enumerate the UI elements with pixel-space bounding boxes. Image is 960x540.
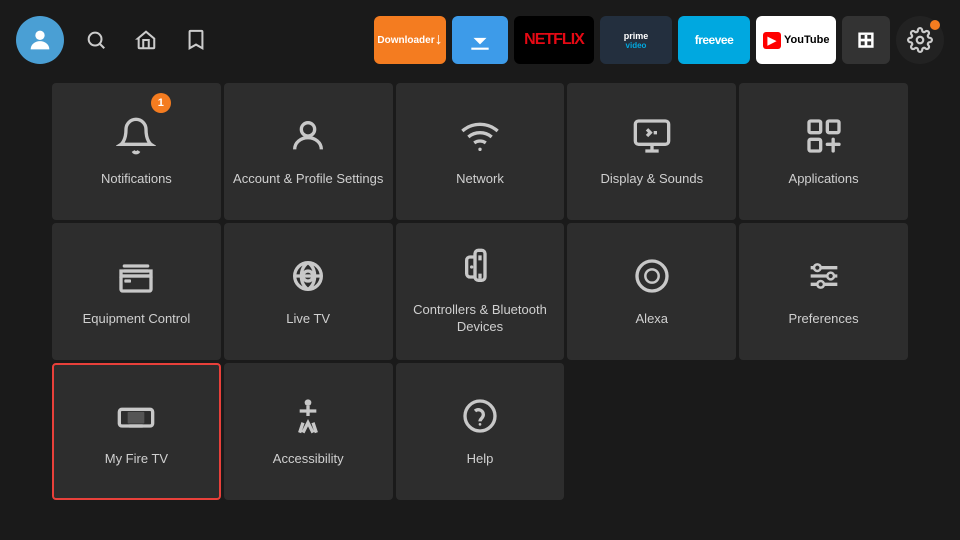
live-tv-icon bbox=[288, 256, 328, 301]
tile-live-tv[interactable]: Live TV bbox=[224, 223, 393, 360]
controllers-bt-icon bbox=[460, 247, 500, 292]
tile-applications-label: Applications bbox=[789, 171, 859, 188]
help-icon bbox=[460, 396, 500, 441]
tile-accessibility[interactable]: Accessibility bbox=[224, 363, 393, 500]
account-icon bbox=[288, 116, 328, 161]
tile-notifications[interactable]: 1 Notifications bbox=[52, 83, 221, 220]
tile-notifications-label: Notifications bbox=[101, 171, 172, 188]
tile-applications[interactable]: Applications bbox=[739, 83, 908, 220]
preferences-icon bbox=[804, 256, 844, 301]
tile-my-fire-tv-label: My Fire TV bbox=[105, 451, 168, 468]
tile-network[interactable]: Network bbox=[396, 83, 565, 220]
notification-badge: 1 bbox=[151, 93, 171, 113]
tile-alexa-label: Alexa bbox=[636, 311, 669, 328]
tile-display-sounds[interactable]: Display & Sounds bbox=[567, 83, 736, 220]
nav-apps: Downloader ↓ NETFLIX prime video freevee… bbox=[374, 16, 944, 64]
tile-controllers-bt[interactable]: Controllers & Bluetooth Devices bbox=[396, 223, 565, 360]
nav-left bbox=[16, 16, 364, 64]
home-button[interactable] bbox=[128, 22, 164, 58]
notifications-icon bbox=[116, 116, 156, 161]
search-button[interactable] bbox=[78, 22, 114, 58]
equipment-control-icon bbox=[116, 256, 156, 301]
navbar: Downloader ↓ NETFLIX prime video freevee… bbox=[0, 0, 960, 80]
app-grid-button[interactable]: ⊞ bbox=[842, 16, 890, 64]
tile-live-tv-label: Live TV bbox=[286, 311, 330, 328]
tile-account-label: Account & Profile Settings bbox=[233, 171, 383, 188]
tile-preferences[interactable]: Preferences bbox=[739, 223, 908, 360]
settings-grid: 1 Notifications Account & Profile Settin… bbox=[0, 80, 960, 503]
tile-preferences-label: Preferences bbox=[789, 311, 859, 328]
tile-alexa[interactable]: Alexa bbox=[567, 223, 736, 360]
app-youtube[interactable]: ▶ YouTube bbox=[756, 16, 836, 64]
tile-equipment-control-label: Equipment Control bbox=[83, 311, 191, 328]
tile-network-label: Network bbox=[456, 171, 504, 188]
tile-account[interactable]: Account & Profile Settings bbox=[224, 83, 393, 220]
app-prime-video[interactable]: prime video bbox=[600, 16, 672, 64]
avatar[interactable] bbox=[16, 16, 64, 64]
app-freevee[interactable]: freevee bbox=[678, 16, 750, 64]
tile-controllers-bt-label: Controllers & Bluetooth Devices bbox=[404, 302, 557, 336]
tile-my-fire-tv[interactable]: My Fire TV bbox=[52, 363, 221, 500]
tile-help-label: Help bbox=[467, 451, 494, 468]
display-sounds-icon bbox=[632, 116, 672, 161]
app-blue-arrow[interactable] bbox=[452, 16, 508, 64]
alexa-icon bbox=[632, 256, 672, 301]
tile-help[interactable]: Help bbox=[396, 363, 565, 500]
settings-notification-dot bbox=[930, 20, 940, 30]
tile-display-sounds-label: Display & Sounds bbox=[600, 171, 703, 188]
app-downloader[interactable]: Downloader ↓ bbox=[374, 16, 446, 64]
tile-accessibility-label: Accessibility bbox=[273, 451, 344, 468]
accessibility-icon bbox=[288, 396, 328, 441]
settings-button[interactable] bbox=[896, 16, 944, 64]
network-icon bbox=[460, 116, 500, 161]
applications-icon bbox=[804, 116, 844, 161]
tile-equipment-control[interactable]: Equipment Control bbox=[52, 223, 221, 360]
bookmark-button[interactable] bbox=[178, 22, 214, 58]
my-fire-tv-icon bbox=[116, 396, 156, 441]
app-netflix[interactable]: NETFLIX bbox=[514, 16, 594, 64]
